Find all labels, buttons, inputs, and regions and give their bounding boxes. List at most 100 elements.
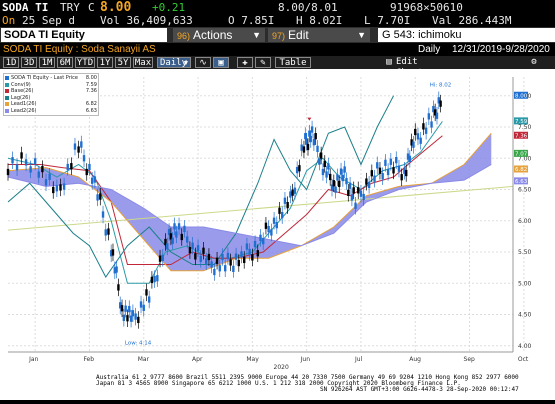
candle-body — [82, 155, 86, 162]
range-max-button[interactable]: Max — [133, 57, 153, 68]
candle-body — [419, 137, 422, 144]
legend-label: Base(26) — [11, 88, 34, 95]
candle-body — [202, 247, 205, 254]
candlestick-icon[interactable]: ▣ — [213, 57, 229, 68]
candle-body — [267, 225, 270, 233]
price-change: +0.21 — [152, 1, 186, 14]
legend-label: Conv(9) — [11, 81, 31, 88]
legend-value: 7.59 — [85, 81, 97, 88]
period-label: Daily — [418, 44, 441, 55]
candle-body — [264, 222, 268, 229]
table-button[interactable]: Table — [275, 57, 311, 68]
candle-body — [339, 168, 343, 175]
settings-icon[interactable]: ⚙ — [528, 57, 540, 68]
candle-body — [240, 251, 243, 258]
legend-value: 6.82 — [85, 101, 97, 108]
y-tick-label: 7.50 — [518, 124, 532, 131]
candle-body — [115, 266, 118, 273]
range-5y-button[interactable]: 5Y — [115, 57, 131, 68]
bid-ask-size: 91968×50610 — [390, 1, 463, 14]
x-tick-label: Apr — [192, 356, 203, 363]
range-3d-button[interactable]: 3D — [21, 57, 37, 68]
line-chart-icon[interactable]: ∿ — [195, 57, 211, 68]
frequency-select[interactable]: Daily ▼ — [157, 57, 191, 68]
edit-chart-icon: ▤ — [386, 57, 392, 67]
currency-label: TRY — [60, 1, 80, 14]
candle-body — [304, 133, 307, 140]
candle-body — [101, 211, 105, 218]
candle-body — [85, 168, 88, 176]
candle-body — [439, 100, 442, 107]
candle-body — [59, 184, 62, 191]
candle-body — [300, 144, 303, 151]
candle-body — [139, 301, 143, 308]
candle-body — [29, 166, 32, 173]
legend-swatch — [5, 108, 9, 113]
candle-body — [357, 187, 360, 194]
edit-button[interactable]: 97) Edit ▼ — [268, 28, 370, 42]
edit-chart-button[interactable]: Edit Chart — [396, 57, 448, 78]
legend-value: 8.00 — [85, 75, 97, 82]
candle-body — [272, 217, 276, 224]
candle-body — [314, 133, 317, 140]
last-prefix: C — [88, 1, 95, 14]
y-tick-label: 4.50 — [518, 312, 532, 319]
range-ytd-button[interactable]: YTD — [75, 57, 95, 68]
actions-button[interactable]: 96) Actions ▼ — [173, 28, 265, 42]
range-1d-button[interactable]: 1D — [3, 57, 19, 68]
candle-body — [122, 314, 126, 321]
legend-swatch — [5, 95, 9, 100]
candle-body — [62, 183, 66, 190]
candle-body — [153, 275, 156, 283]
candle-body — [126, 315, 129, 322]
range-1y-button[interactable]: 1Y — [97, 57, 113, 68]
candle-body — [137, 316, 140, 324]
candle-body — [376, 162, 379, 169]
candle-body — [278, 207, 281, 214]
candle-body — [367, 181, 371, 189]
candle-body — [424, 127, 428, 134]
candle-body — [262, 238, 265, 245]
candle-body — [188, 247, 192, 254]
candle-body — [185, 236, 189, 243]
candle-body — [166, 243, 169, 250]
crosshair-icon[interactable]: ✚ — [237, 57, 253, 68]
x-tick-label: Jan — [28, 356, 38, 363]
candle-body — [70, 163, 73, 170]
candle-body — [90, 177, 94, 184]
security-input[interactable]: SODA TI Equity — [1, 28, 167, 42]
range-6m-button[interactable]: 6M — [57, 57, 73, 68]
candle-body — [191, 242, 194, 249]
candle-body — [243, 256, 246, 264]
quote-date: 25 Sep d — [22, 14, 75, 27]
x-tick-label: Jun — [300, 356, 311, 363]
candle-body — [321, 168, 325, 176]
candle-body — [131, 310, 135, 317]
candle-body — [33, 158, 37, 165]
candle-body — [310, 126, 314, 133]
candle-body — [210, 261, 213, 268]
candle-body — [397, 165, 401, 172]
draw-icon[interactable]: ✎ — [255, 57, 271, 68]
open-price: O 7.85I — [228, 14, 275, 27]
y-tick-label: 5.50 — [518, 249, 532, 256]
candle-body — [117, 284, 120, 291]
last-price: 8.00 — [100, 0, 132, 15]
candle-body — [237, 259, 240, 267]
candle-body — [173, 223, 176, 230]
candle-body — [395, 157, 398, 164]
price-tag-label: 7.59 — [515, 119, 528, 125]
candle-body — [44, 179, 48, 186]
candle-body — [104, 229, 107, 236]
candle-body — [305, 138, 308, 145]
candle-body — [15, 164, 19, 171]
date-range[interactable]: 12/31/2019-9/28/2020 — [452, 44, 550, 55]
candle-body — [286, 202, 289, 209]
range-1m-button[interactable]: 1M — [39, 57, 55, 68]
candle-body — [275, 222, 278, 229]
legend-swatch — [5, 102, 9, 107]
candle-body — [183, 225, 186, 232]
candle-body — [430, 121, 433, 128]
candle-body — [298, 165, 301, 172]
legend-label: Lead1(26) — [11, 101, 37, 108]
